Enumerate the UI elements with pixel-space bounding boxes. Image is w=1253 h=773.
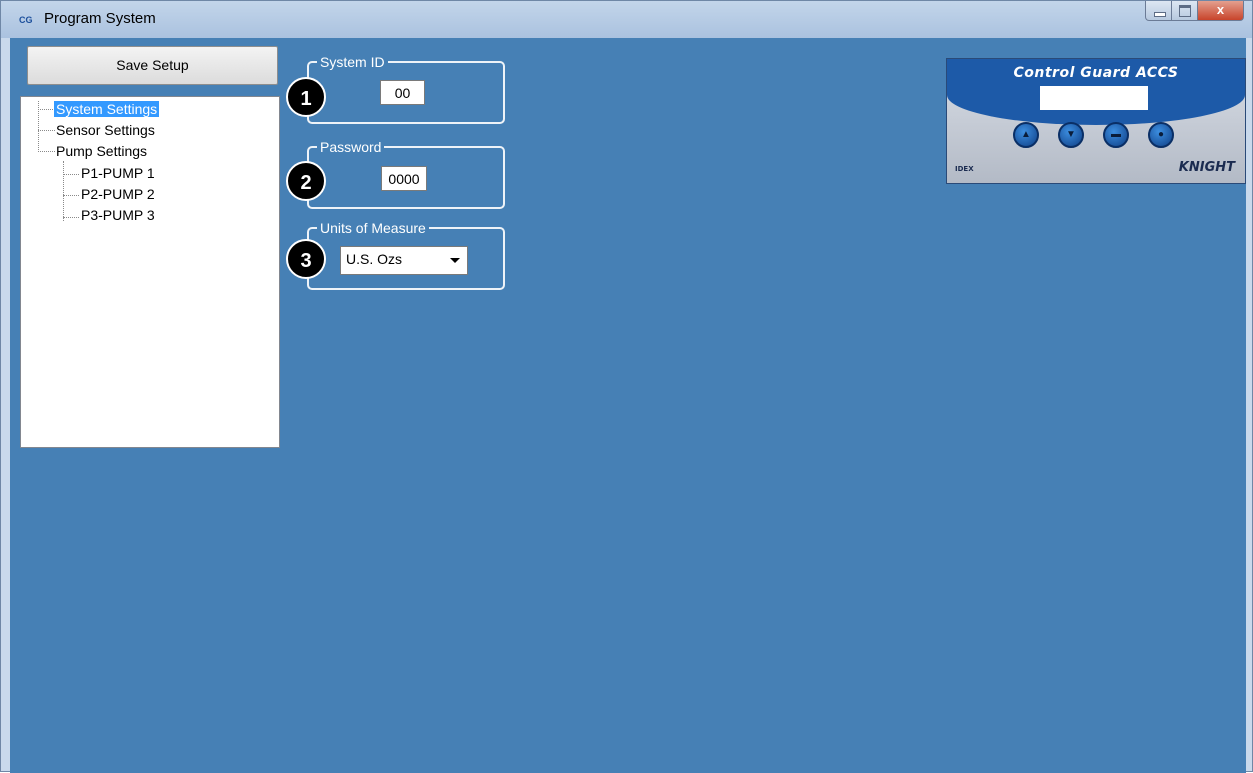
settings-tree[interactable]: System Settings Sensor Settings Pump Set…	[20, 96, 280, 448]
panel-title: Control Guard ACCS	[1013, 65, 1179, 81]
minimize-button[interactable]	[1145, 1, 1172, 21]
close-button[interactable]: x	[1198, 1, 1244, 21]
tree-item-sensor-settings[interactable]: Sensor Settings	[54, 120, 157, 140]
tree-connector	[63, 195, 79, 196]
window-title: Program System	[44, 10, 156, 27]
title-bar[interactable]: CG Program System x	[1, 1, 1252, 38]
maximize-icon	[1179, 5, 1191, 17]
equals-icon: ▬	[1103, 122, 1129, 148]
tree-item-pump-1[interactable]: P1-PUMP 1	[79, 163, 157, 183]
up-arrow-icon: ▲	[1013, 122, 1039, 148]
tree-item-pump-settings[interactable]: Pump Settings	[54, 141, 149, 161]
tree-item-label: P3-PUMP 3	[81, 207, 155, 223]
program-system-window: CG Program System x Save Setup System Se…	[0, 0, 1253, 773]
tree-connector	[38, 130, 55, 131]
units-select[interactable]: U.S. Ozs	[340, 246, 468, 275]
tree-item-label: System Settings	[54, 101, 160, 117]
panel-display	[1040, 86, 1148, 110]
tree-item-pump-3[interactable]: P3-PUMP 3	[79, 205, 157, 225]
tree-connector	[63, 161, 64, 221]
tree-item-label: P1-PUMP 1	[81, 165, 155, 181]
tree-item-label: P2-PUMP 2	[81, 186, 155, 202]
system-id-input[interactable]	[380, 80, 425, 105]
system-id-legend: System ID	[317, 53, 388, 71]
password-input[interactable]	[381, 166, 427, 191]
tree-item-pump-2[interactable]: P2-PUMP 2	[79, 184, 157, 204]
tree-connector	[63, 217, 79, 218]
step-badge-3: 3	[286, 239, 326, 279]
close-icon: x	[1216, 2, 1225, 17]
app-icon: CG	[19, 15, 33, 25]
minus-icon: ●	[1148, 122, 1174, 148]
client-area: Save Setup System Settings Sensor Settin…	[10, 38, 1246, 773]
units-of-measure-group: Units of Measure U.S. Ozs	[307, 219, 505, 290]
tree-item-label: Sensor Settings	[56, 122, 155, 138]
control-guard-panel-image: Control Guard ACCS ▲ ▼ ▬ ● IDEX KNIGHT	[946, 58, 1246, 184]
step-badge-1: 1	[286, 77, 326, 117]
maximize-button[interactable]	[1172, 1, 1198, 21]
down-arrow-icon: ▼	[1058, 122, 1084, 148]
step-badge-2: 2	[286, 161, 326, 201]
chevron-down-icon[interactable]	[450, 258, 460, 263]
knight-logo: KNIGHT	[1178, 160, 1235, 175]
tree-item-system-settings[interactable]: System Settings	[54, 99, 160, 119]
idex-logo: IDEX	[955, 165, 974, 173]
password-group: Password	[307, 138, 505, 209]
tree-connector	[38, 109, 55, 110]
save-setup-button[interactable]: Save Setup	[27, 46, 278, 85]
units-legend: Units of Measure	[317, 219, 429, 237]
tree-item-label: Pump Settings	[56, 143, 148, 159]
units-selected-value: U.S. Ozs	[346, 251, 403, 267]
tree-connector	[63, 174, 79, 175]
system-id-group: System ID	[307, 53, 505, 124]
minimize-icon	[1154, 12, 1166, 17]
password-legend: Password	[317, 138, 385, 156]
tree-connector	[38, 151, 55, 152]
window-controls: x	[1145, 1, 1244, 23]
